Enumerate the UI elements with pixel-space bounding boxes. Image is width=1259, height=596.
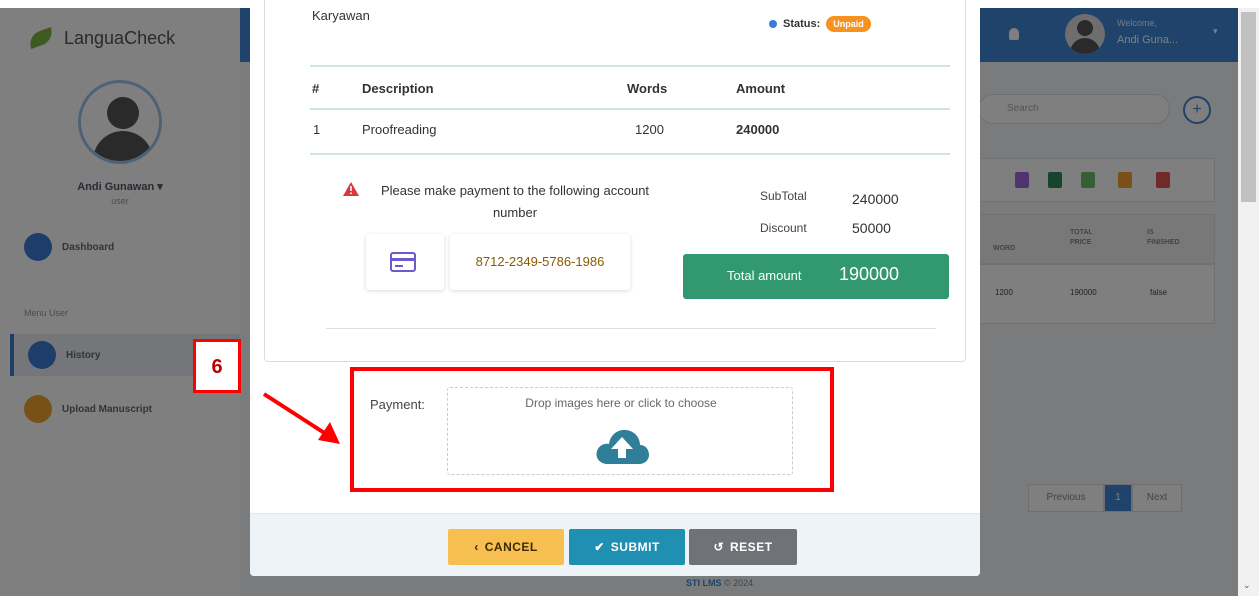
invoice-card: Karyawan Status: Unpaid # Description Wo… bbox=[264, 0, 966, 362]
total-label: Total amount bbox=[727, 268, 802, 283]
row-amount: 240000 bbox=[736, 122, 780, 137]
reset-icon: ↺ bbox=[713, 540, 725, 554]
column-header-description: Description bbox=[362, 81, 434, 96]
total-value: 190000 bbox=[839, 264, 900, 284]
table-bottom-border bbox=[310, 153, 950, 155]
warning-icon bbox=[343, 182, 359, 196]
chevron-left-icon: ‹ bbox=[474, 540, 479, 554]
payment-notice: Please make payment to the following acc… bbox=[380, 183, 650, 220]
status-dot-icon bbox=[769, 20, 777, 28]
cancel-button[interactable]: ‹ CANCEL bbox=[448, 529, 564, 565]
total-amount-box: Total amount 190000 bbox=[683, 254, 949, 299]
account-icon-box bbox=[366, 234, 444, 290]
discount-value: 50000 bbox=[852, 220, 891, 236]
subtotal-label: SubTotal bbox=[760, 189, 807, 203]
status-badge: Unpaid bbox=[826, 16, 871, 32]
annotation-highlight-box bbox=[350, 367, 834, 492]
scrollbar-thumb[interactable] bbox=[1241, 12, 1256, 202]
annotation-step-box: 6 bbox=[193, 339, 241, 393]
modal-footer: ‹ CANCEL ✔ SUBMIT ↺ RESET bbox=[250, 513, 980, 576]
customer-name: Karyawan bbox=[312, 8, 370, 23]
annotation-arrow-icon bbox=[262, 392, 340, 444]
row-description: Proofreading bbox=[362, 122, 437, 137]
column-header-words: Words bbox=[627, 81, 668, 96]
check-icon: ✔ bbox=[594, 540, 605, 554]
reset-label: RESET bbox=[730, 540, 773, 554]
subtotal-value: 240000 bbox=[852, 191, 899, 207]
row-number: 1 bbox=[313, 122, 321, 137]
status-label: Status: bbox=[783, 18, 821, 30]
credit-card-icon bbox=[390, 252, 416, 272]
status: Status: Unpaid bbox=[769, 16, 871, 32]
scroll-down-arrow[interactable]: ⌄ bbox=[1243, 580, 1251, 591]
column-header-amount: Amount bbox=[736, 81, 786, 96]
submit-button[interactable]: ✔ SUBMIT bbox=[569, 529, 685, 565]
account-number: 8712-2349-5786-1986 bbox=[450, 234, 630, 290]
annotation-step-number: 6 bbox=[211, 356, 223, 378]
column-header-number: # bbox=[312, 81, 320, 96]
cancel-label: CANCEL bbox=[484, 540, 538, 554]
divider bbox=[326, 328, 936, 329]
reset-button[interactable]: ↺ RESET bbox=[689, 529, 797, 565]
table-header-border bbox=[310, 108, 950, 110]
row-words: 1200 bbox=[635, 122, 664, 137]
discount-label: Discount bbox=[760, 221, 807, 235]
table-top-border bbox=[310, 65, 950, 67]
submit-label: SUBMIT bbox=[610, 540, 660, 554]
